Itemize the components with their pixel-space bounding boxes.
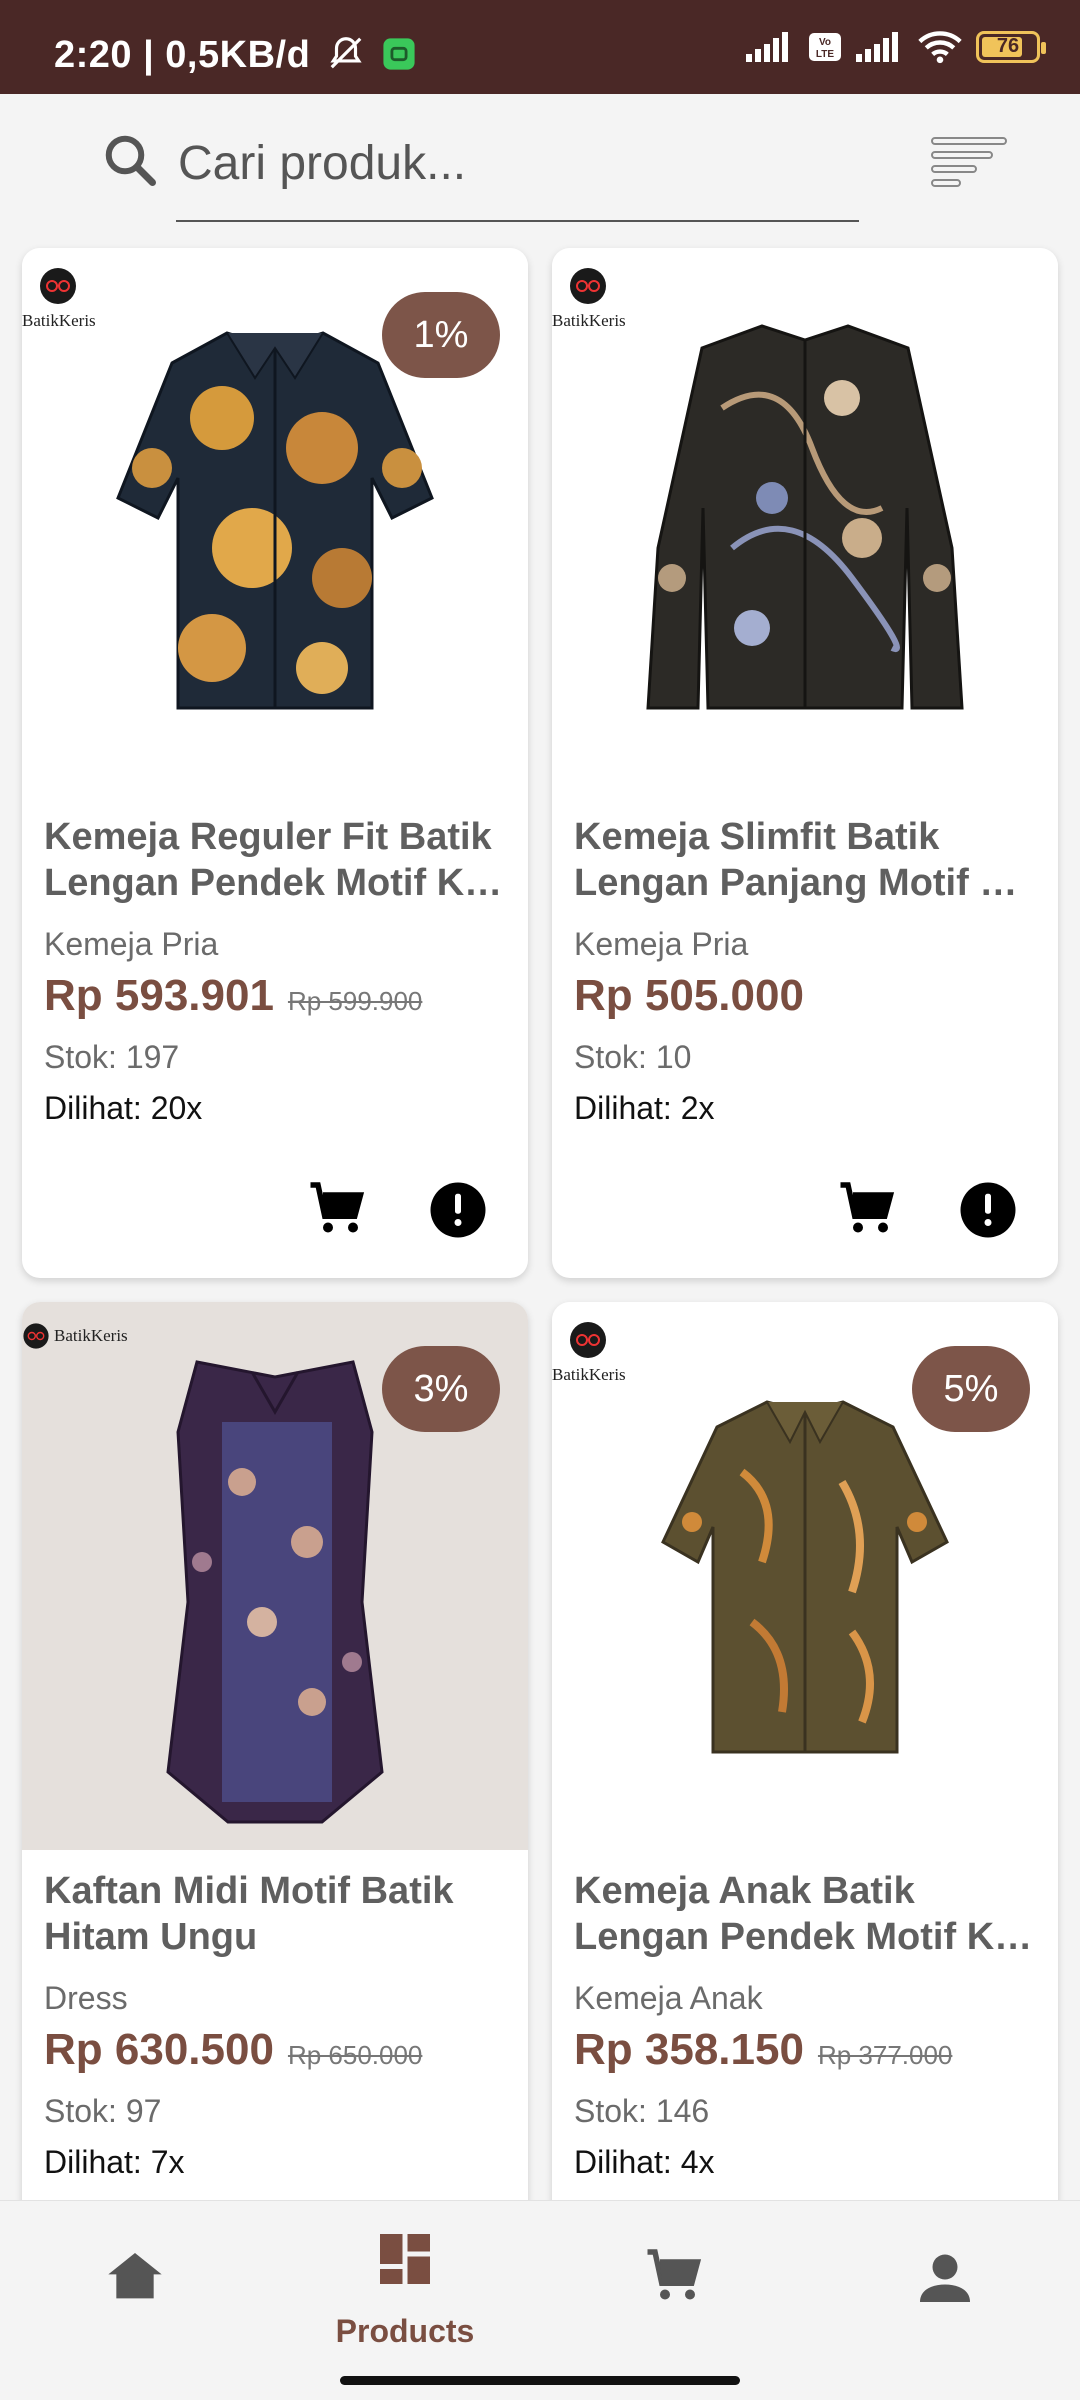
- product-old-price: Rp 599.900: [287, 986, 423, 1016]
- product-stock: Stok: 10: [574, 1039, 692, 1075]
- price-row: Rp 630.500 Rp 650.000: [44, 2025, 506, 2075]
- product-stock: Stok: 197: [44, 1039, 180, 1075]
- search-bar: [0, 94, 1080, 244]
- nav-cart[interactable]: [540, 2201, 810, 2351]
- batikkeris-logo-icon: [570, 268, 606, 304]
- add-to-cart-icon[interactable]: [838, 1180, 898, 1240]
- products-grid-icon: [380, 2234, 430, 2284]
- price-row: Rp 593.901 Rp 599.900: [44, 971, 506, 1021]
- bottom-navigation: Products: [0, 2200, 1080, 2351]
- home-icon: [108, 2253, 162, 2299]
- product-name-line1: Kaftan Midi Motif Batik: [44, 1870, 454, 1912]
- price-row: Rp 358.150 Rp 377.000: [574, 2025, 1036, 2075]
- product-name-line1: Kemeja Anak Batik: [574, 1870, 915, 1912]
- product-price: Rp 593.901: [44, 971, 274, 1020]
- product-old-price: Rp 650.000: [287, 2040, 423, 2070]
- product-price: Rp 358.150: [574, 2025, 804, 2074]
- product-views: Dilihat: 20x: [44, 1090, 203, 1126]
- wifi-icon: [918, 31, 962, 64]
- product-price: Rp 630.500: [44, 2025, 274, 2074]
- brand-logo: BatikKeris: [552, 266, 626, 331]
- product-card[interactable]: BatikKeris 3% Kaftan Midi Motif Batik Hi…: [22, 1302, 528, 2222]
- status-time-network: 2:20 | 0,5KB/d: [54, 34, 311, 76]
- product-name-line1: Kemeja Slimfit Batik: [574, 816, 940, 858]
- product-name-line1: Kemeja Reguler Fit Batik: [44, 816, 492, 858]
- discount-badge: 3%: [382, 1346, 500, 1432]
- brand-logo-text: BatikKeris: [54, 1326, 128, 1345]
- product-name-line2: Lengan Pendek Motif Ke...: [574, 1916, 1036, 1958]
- search-icon[interactable]: [100, 130, 160, 190]
- product-price: Rp 505.000: [574, 971, 804, 1020]
- product-image-long-sleeve-shirt: [552, 248, 1058, 796]
- svg-text:Vo: Vo: [819, 37, 831, 48]
- brand-logo-text: BatikKeris: [552, 1365, 626, 1384]
- battery-icon: 76: [976, 31, 1046, 63]
- report-icon[interactable]: [428, 1180, 488, 1240]
- batikkeris-logo-icon: [23, 1323, 49, 1349]
- svg-text:LTE: LTE: [816, 49, 834, 60]
- product-name-line2: Lengan Panjang Motif K...: [574, 862, 1036, 904]
- product-category: Kemeja Pria: [44, 926, 219, 962]
- signal-icon-2: [856, 32, 898, 62]
- home-indicator[interactable]: [340, 2376, 740, 2385]
- product-category: Dress: [44, 1980, 128, 2016]
- search-underline: [176, 220, 859, 222]
- discount-badge: 5%: [912, 1346, 1030, 1432]
- product-name: Kemeja Anak Batik Lengan Pendek Motif Ke…: [574, 1868, 1036, 1960]
- brand-logo-text: BatikKeris: [22, 311, 96, 330]
- nav-profile[interactable]: [810, 2201, 1080, 2351]
- brand-logo-text: BatikKeris: [552, 311, 626, 330]
- product-category: Kemeja Anak: [574, 1980, 763, 2016]
- discount-badge: 1%: [382, 292, 500, 378]
- nav-products[interactable]: Products: [270, 2201, 540, 2351]
- product-views: Dilihat: 4x: [574, 2144, 715, 2180]
- product-name-line2: Hitam Ungu: [44, 1916, 258, 1958]
- product-stock: Stok: 97: [44, 2093, 162, 2129]
- brand-logo: BatikKeris: [552, 1320, 626, 1385]
- cart-icon: [647, 2249, 702, 2300]
- mute-bell-icon: [330, 37, 362, 69]
- report-icon[interactable]: [958, 1180, 1018, 1240]
- filter-sort-icon[interactable]: [930, 134, 1010, 194]
- brand-logo: BatikKeris: [22, 266, 96, 331]
- product-card[interactable]: BatikKeris 1% Kemeja Reguler Fit Batik L…: [22, 248, 528, 1278]
- profile-icon: [920, 2254, 970, 2302]
- brand-logo: BatikKeris: [22, 1322, 128, 1350]
- price-row: Rp 505.000: [574, 971, 1036, 1021]
- product-category: Kemeja Pria: [574, 926, 749, 962]
- product-name: Kemeja Reguler Fit Batik Lengan Pendek M…: [44, 814, 506, 906]
- batikkeris-logo-icon: [570, 1322, 606, 1358]
- volte-icon: Vo LTE: [809, 33, 841, 61]
- product-name-line2: Lengan Pendek Motif Ke...: [44, 862, 506, 904]
- product-views: Dilihat: 7x: [44, 2144, 185, 2180]
- battery-level: 76: [996, 35, 1020, 57]
- status-bar: 2:20 | 0,5KB/d Vo LTE 76: [0, 0, 1080, 94]
- product-views: Dilihat: 2x: [574, 1090, 715, 1126]
- signal-icon: [746, 32, 788, 62]
- nav-home[interactable]: [0, 2201, 270, 2351]
- product-name: Kemeja Slimfit Batik Lengan Panjang Moti…: [574, 814, 1036, 906]
- product-card[interactable]: BatikKeris Kemeja Slimfit Batik Lengan P…: [552, 248, 1058, 1278]
- app-notification-icon: [383, 38, 416, 70]
- product-old-price: Rp 377.000: [817, 2040, 953, 2070]
- product-stock: Stok: 146: [574, 2093, 710, 2129]
- add-to-cart-icon[interactable]: [308, 1180, 368, 1240]
- product-card[interactable]: BatikKeris 5% Kemeja Anak Batik Lengan P…: [552, 1302, 1058, 2222]
- search-input[interactable]: [176, 124, 840, 202]
- status-time: 2:20 | 0,5KB/d: [54, 34, 416, 77]
- nav-products-label: Products: [335, 2313, 475, 2349]
- product-name: Kaftan Midi Motif Batik Hitam Ungu: [44, 1868, 506, 1960]
- batikkeris-logo-icon: [40, 268, 76, 304]
